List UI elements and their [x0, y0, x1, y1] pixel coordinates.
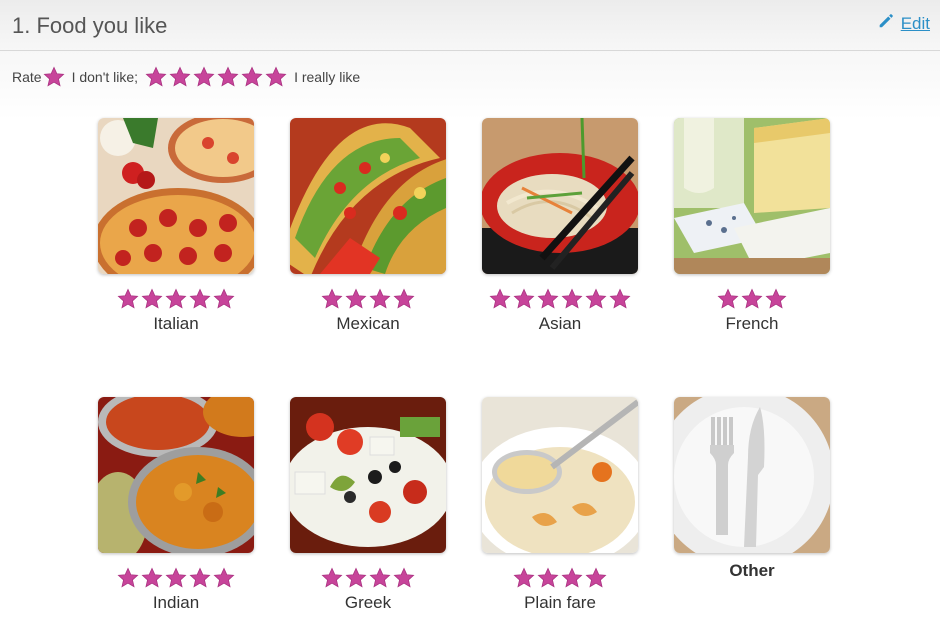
star-icon[interactable] [513, 567, 535, 589]
star-icon[interactable] [561, 288, 583, 310]
food-label: Mexican [336, 314, 400, 333]
rating-stars[interactable] [481, 288, 639, 314]
star-icon[interactable] [321, 288, 343, 310]
food-card-asian[interactable]: Asian [481, 118, 639, 334]
star-icon[interactable] [213, 567, 235, 589]
noodles-image[interactable] [482, 118, 638, 274]
dislike-label: I don't like; [71, 69, 139, 85]
plate-cutlery-image[interactable] [674, 397, 830, 553]
star-icon[interactable] [393, 288, 415, 310]
star-icon [217, 66, 239, 88]
star-icon[interactable] [537, 567, 559, 589]
star-icon[interactable] [141, 288, 163, 310]
star-icon[interactable] [345, 567, 367, 589]
star-icon [169, 66, 191, 88]
star-icon[interactable] [717, 288, 739, 310]
rating-stars[interactable] [481, 567, 639, 593]
taco-image[interactable] [290, 118, 446, 274]
like-label: I really like [294, 69, 361, 85]
rating-stars[interactable] [97, 288, 255, 314]
star-icon[interactable] [117, 567, 139, 589]
star-icon[interactable] [141, 567, 163, 589]
star-icon[interactable] [741, 288, 763, 310]
star-icon[interactable] [213, 288, 235, 310]
star-icon[interactable] [609, 288, 631, 310]
star-icon[interactable] [393, 567, 415, 589]
food-label: Indian [152, 593, 200, 612]
food-card-plain-fare[interactable]: Plain fare [481, 397, 639, 613]
food-card-greek[interactable]: Greek [289, 397, 447, 613]
page-title: 1. Food you like [12, 13, 168, 38]
edit-link[interactable]: Edit [877, 12, 930, 35]
food-card-french[interactable]: French [673, 118, 831, 334]
star-icon[interactable] [537, 288, 559, 310]
rate-label: Rate [12, 69, 42, 85]
section-header: 1. Food you like Edit [0, 0, 940, 51]
curry-image[interactable] [98, 397, 254, 553]
rating-stars[interactable] [673, 288, 831, 314]
star-icon[interactable] [585, 288, 607, 310]
star-icon[interactable] [165, 288, 187, 310]
rating-stars[interactable] [97, 567, 255, 593]
food-label: Greek [344, 593, 392, 612]
food-label: Italian [153, 314, 199, 333]
star-icon [193, 66, 215, 88]
salad-image[interactable] [290, 397, 446, 553]
star-icon[interactable] [369, 288, 391, 310]
star-icon[interactable] [321, 567, 343, 589]
star-icon [145, 66, 167, 88]
star-icon[interactable] [369, 567, 391, 589]
star-icon[interactable] [165, 567, 187, 589]
star-icon[interactable] [765, 288, 787, 310]
edit-label: Edit [900, 13, 930, 33]
star-icon[interactable] [561, 567, 583, 589]
star-icon[interactable] [489, 288, 511, 310]
star-icon[interactable] [585, 567, 607, 589]
food-label: French [725, 314, 779, 333]
food-label: Plain fare [524, 593, 596, 612]
star-icon[interactable] [189, 288, 211, 310]
star-icon [43, 66, 65, 88]
rating-hint: Rate I don't like; I really like [12, 66, 360, 88]
star-icon[interactable] [513, 288, 535, 310]
star-icon[interactable] [189, 567, 211, 589]
food-card-other[interactable]: Other [673, 397, 831, 581]
pasta-soup-image[interactable] [482, 397, 638, 553]
rating-stars[interactable] [289, 288, 447, 314]
rating-stars[interactable] [289, 567, 447, 593]
food-card-mexican[interactable]: Mexican [289, 118, 447, 334]
food-label: Asian [538, 314, 582, 333]
pizza-image[interactable] [98, 118, 254, 274]
cheese-image[interactable] [674, 118, 830, 274]
star-icon [241, 66, 263, 88]
star-icon[interactable] [117, 288, 139, 310]
food-label: Other [729, 561, 775, 580]
star-icon[interactable] [345, 288, 367, 310]
pencil-icon [877, 12, 895, 35]
star-icon [265, 66, 287, 88]
food-card-italian[interactable]: Italian [97, 118, 255, 334]
food-card-indian[interactable]: Indian [97, 397, 255, 613]
